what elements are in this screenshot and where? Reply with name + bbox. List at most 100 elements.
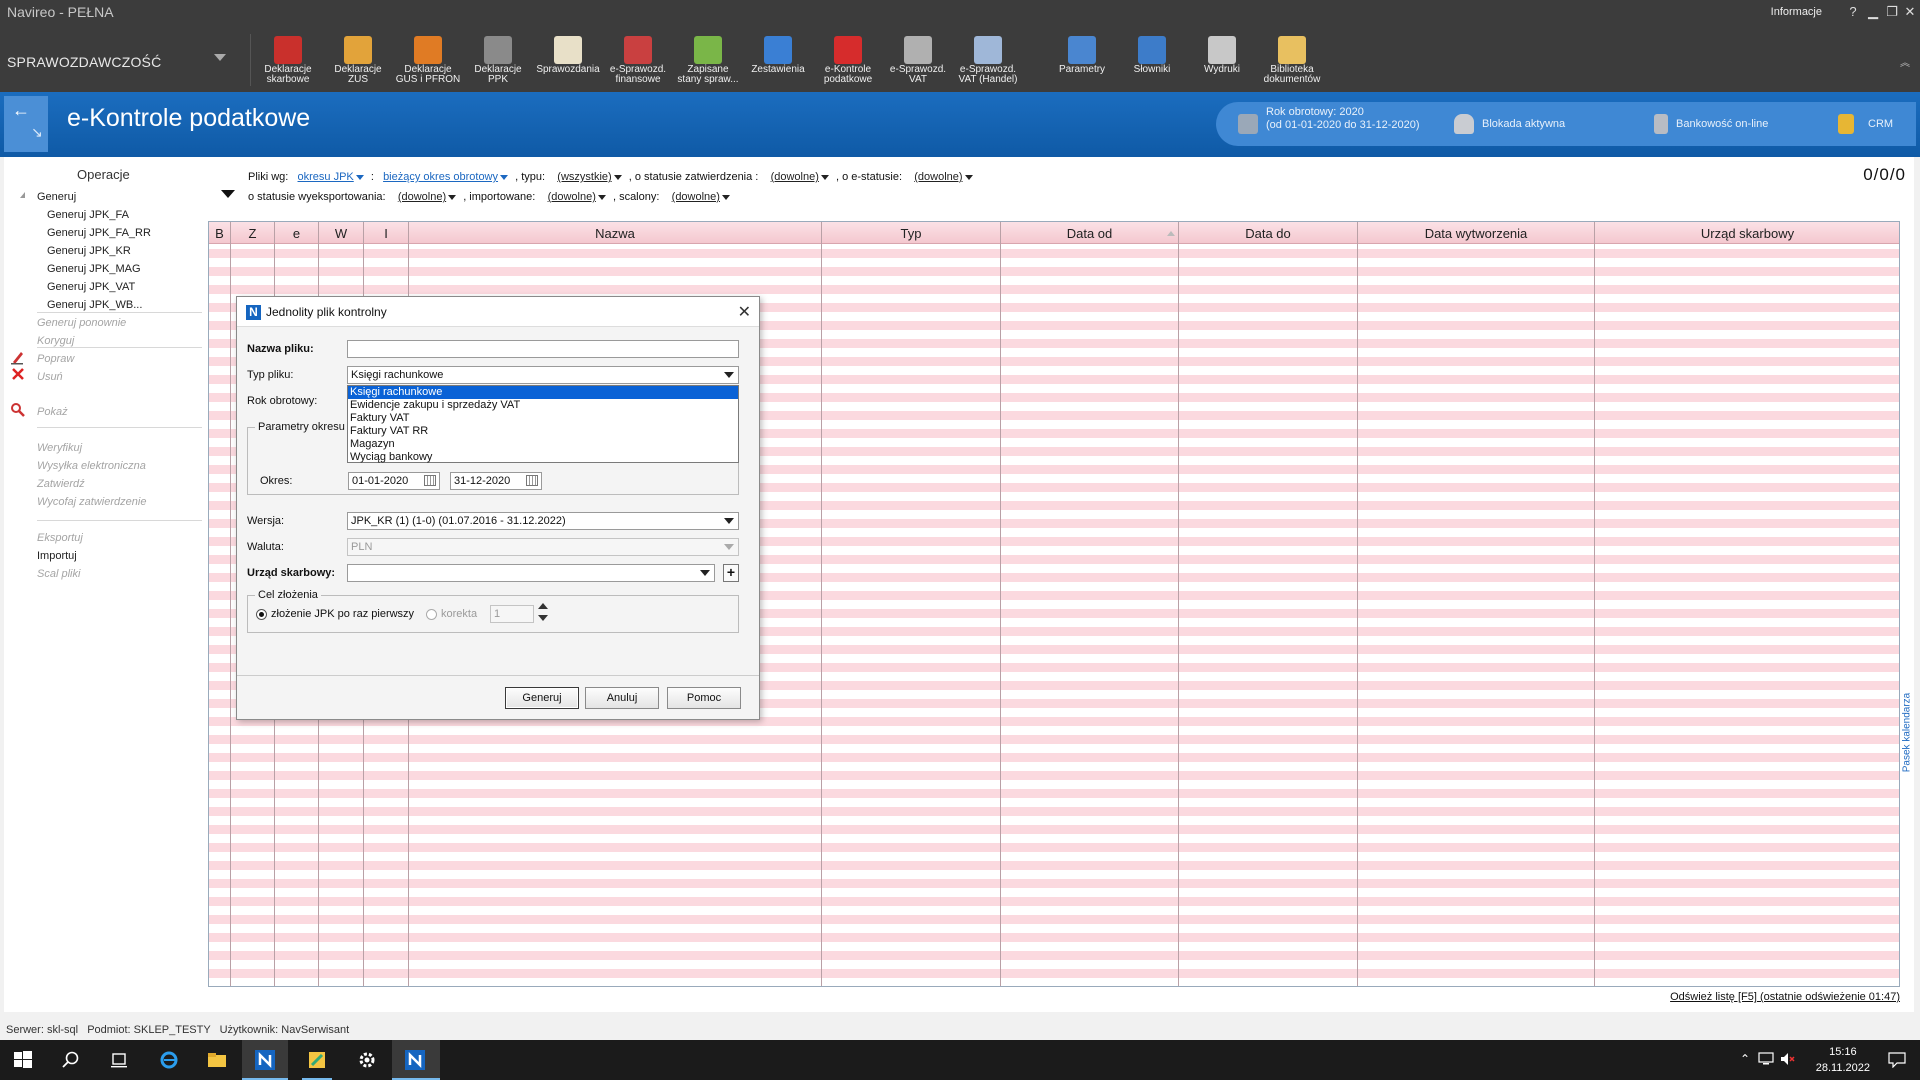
operation-generuj-jpk-fa-rr[interactable]: Generuj JPK_FA_RR — [47, 227, 151, 239]
add-tax-office-button[interactable]: + — [723, 564, 739, 582]
column-header[interactable]: I — [364, 226, 408, 241]
filter-toggle-icon[interactable] — [221, 190, 235, 198]
file-name-input[interactable] — [347, 340, 739, 358]
filter-by-dropdown[interactable]: okresu JPK — [298, 171, 364, 183]
task-view-button[interactable] — [96, 1040, 142, 1080]
navireo-second-taskbar[interactable] — [392, 1040, 440, 1080]
filter-merged-dropdown[interactable]: (dowolne) — [672, 191, 730, 203]
file-type-option[interactable]: Księgi rachunkowe — [348, 386, 738, 399]
lock-info[interactable]: Blokada aktywna — [1454, 102, 1604, 146]
ribbon-tool-document-library[interactable]: Biblioteka dokumentów — [1258, 36, 1326, 92]
date-to-value: 31-12-2020 — [454, 475, 511, 487]
ribbon-tool-e-vat-report[interactable]: e-Sprawozd. VAT — [884, 36, 952, 92]
ribbon-tool-e-vat-trade-report[interactable]: e-Sprawozd. VAT (Handel) — [954, 36, 1022, 92]
ribbon-tool-reports[interactable]: Sprawozdania — [534, 36, 602, 92]
config-tool-taskbar[interactable] — [294, 1040, 340, 1080]
bank-icon — [1654, 114, 1668, 134]
calendar-icon[interactable] — [526, 475, 538, 486]
ribbon-tool-statements-chart[interactable]: Zestawienia — [744, 36, 812, 92]
help-button[interactable]: ? — [1844, 3, 1862, 21]
online-banking-info[interactable]: Bankowość on-line — [1654, 102, 1804, 146]
column-header[interactable]: Urząd skarbowy — [1595, 226, 1899, 241]
file-type-option[interactable]: Faktury VAT RR — [348, 425, 738, 438]
file-type-option[interactable]: Wyciąg bankowy — [348, 451, 738, 464]
filter-export-dropdown[interactable]: (dowolne) — [398, 191, 457, 203]
first-submission-radio[interactable] — [256, 609, 267, 620]
column-header[interactable]: B — [209, 226, 230, 241]
operation-generuj-jpk-fa[interactable]: Generuj JPK_FA — [47, 209, 129, 221]
column-header[interactable]: Data wytworzenia — [1358, 226, 1594, 241]
notifications-icon[interactable] — [1888, 1052, 1906, 1068]
cancel-button[interactable]: Anuluj — [585, 687, 659, 709]
crm-info[interactable]: CRM — [1838, 102, 1908, 146]
ribbon-tool-tax-declaration[interactable]: Deklaracje skarbowe — [254, 36, 322, 92]
calendar-icon[interactable] — [424, 475, 436, 486]
version-select[interactable]: JPK_KR (1) (1-0) (01.07.2016 - 31.12.202… — [347, 512, 739, 530]
tray-chevron-up-icon[interactable]: ⌃ — [1740, 1052, 1750, 1066]
volume-muted-icon[interactable] — [1780, 1052, 1796, 1066]
ribbon-tool-printouts[interactable]: Wydruki — [1188, 36, 1256, 92]
file-explorer-taskbar[interactable] — [194, 1040, 240, 1080]
ribbon-tool-e-financial-report[interactable]: e-Sprawozd. finansowe — [604, 36, 672, 92]
ribbon-tool-saved-states[interactable]: Zapisane stany spraw... — [674, 36, 742, 92]
header-info-panel: Rok obrotowy: 2020 (od 01-01-2020 do 31-… — [1216, 102, 1916, 146]
column-header[interactable]: Data od — [1001, 226, 1178, 241]
ribbon-tool-ppk-declaration[interactable]: Deklaracje PPK — [464, 36, 532, 92]
close-window-button[interactable]: ✕ — [1901, 3, 1919, 21]
correction-radio[interactable] — [426, 609, 437, 620]
internet-explorer-taskbar[interactable] — [146, 1040, 192, 1080]
column-header[interactable]: Data do — [1179, 226, 1357, 241]
filter-approval-dropdown[interactable]: (dowolne) — [771, 171, 829, 183]
collapse-ribbon-icon[interactable]: ︽ — [1900, 54, 1910, 69]
start-button[interactable] — [0, 1040, 46, 1080]
operation-generuj-jpk-kr[interactable]: Generuj JPK_KR — [47, 245, 131, 257]
filter-period-dropdown[interactable]: bieżący okres obrotowy — [383, 171, 509, 183]
close-icon[interactable]: ✕ — [738, 302, 751, 322]
navireo-taskbar[interactable] — [242, 1040, 288, 1080]
ribbon-tool-e-tax-control[interactable]: e-Kontrole podatkowe — [814, 36, 882, 92]
filter-type-dropdown[interactable]: (wszystkie) — [557, 171, 622, 183]
file-type-option[interactable]: Ewidencje zakupu i sprzedaży VAT — [348, 399, 738, 412]
search-taskbar-button[interactable] — [48, 1040, 94, 1080]
operation-generuj-ponownie: Generuj ponownie — [37, 317, 127, 329]
ribbon-tool-parameters[interactable]: Parametry — [1048, 36, 1116, 92]
date-to-input[interactable]: 31-12-2020 — [450, 472, 542, 490]
settings-taskbar[interactable] — [344, 1040, 390, 1080]
back-button[interactable]: ← ↘ — [4, 96, 48, 152]
operation-importuj[interactable]: Importuj — [37, 550, 77, 562]
filter-imported-dropdown[interactable]: (dowolne) — [548, 191, 606, 203]
operation-generuj-jpk-wb[interactable]: Generuj JPK_WB... — [47, 299, 142, 311]
ribbon-tool-zus-declaration[interactable]: Deklaracje ZUS — [324, 36, 392, 92]
operation-generuj-jpk-mag[interactable]: Generuj JPK_MAG — [47, 263, 141, 275]
column-header[interactable]: e — [275, 226, 318, 241]
chevron-down-icon[interactable] — [214, 54, 226, 61]
file-type-option[interactable]: Magazyn — [348, 438, 738, 451]
network-icon[interactable] — [1758, 1052, 1774, 1066]
help-dialog-button[interactable]: Pomoc — [667, 687, 741, 709]
column-header[interactable]: Z — [231, 226, 274, 241]
system-clock[interactable]: 15:16 28.11.2022 — [1816, 1044, 1870, 1076]
collapse-triangle-icon[interactable] — [20, 192, 25, 198]
ribbon-tool-gus-declaration[interactable]: Deklaracje GUS i PFRON — [394, 36, 462, 92]
ribbon-tool-dictionaries[interactable]: Słowniki — [1118, 36, 1186, 92]
minimize-button[interactable]: ▁ — [1864, 3, 1882, 21]
operation-generuj-jpk-vat[interactable]: Generuj JPK_VAT — [47, 281, 135, 293]
file-type-select[interactable]: Księgi rachunkowe — [347, 366, 739, 384]
file-type-option[interactable]: Faktury VAT — [348, 412, 738, 425]
fiscal-year-info[interactable]: Rok obrotowy: 2020 (od 01-01-2020 do 31-… — [1238, 102, 1428, 146]
info-link[interactable]: Informacje — [1771, 6, 1822, 18]
column-header[interactable]: Typ — [822, 226, 1000, 241]
column-header[interactable]: W — [319, 226, 363, 241]
tax-office-select[interactable] — [347, 564, 715, 582]
date-from-input[interactable]: 01-01-2020 — [348, 472, 440, 490]
operation-generuj[interactable]: Generuj — [37, 191, 76, 203]
first-submission-label[interactable]: złożenie JPK po raz pierwszy — [271, 608, 414, 620]
generate-button[interactable]: Generuj — [505, 687, 579, 709]
filter-estatus-dropdown[interactable]: (dowolne) — [914, 171, 973, 183]
refresh-list-link[interactable]: Odśwież listę [F5] (ostatnie odświeżenie… — [1670, 991, 1900, 1003]
module-selector[interactable]: SPRAWOZDAWCZOŚĆ — [7, 54, 161, 70]
calendar-strip[interactable]: Pasek kalendarza — [1900, 657, 1914, 827]
restore-button[interactable]: ❐ — [1883, 3, 1901, 21]
column-header[interactable]: Nazwa — [409, 226, 821, 241]
correction-label[interactable]: korekta — [441, 608, 477, 620]
